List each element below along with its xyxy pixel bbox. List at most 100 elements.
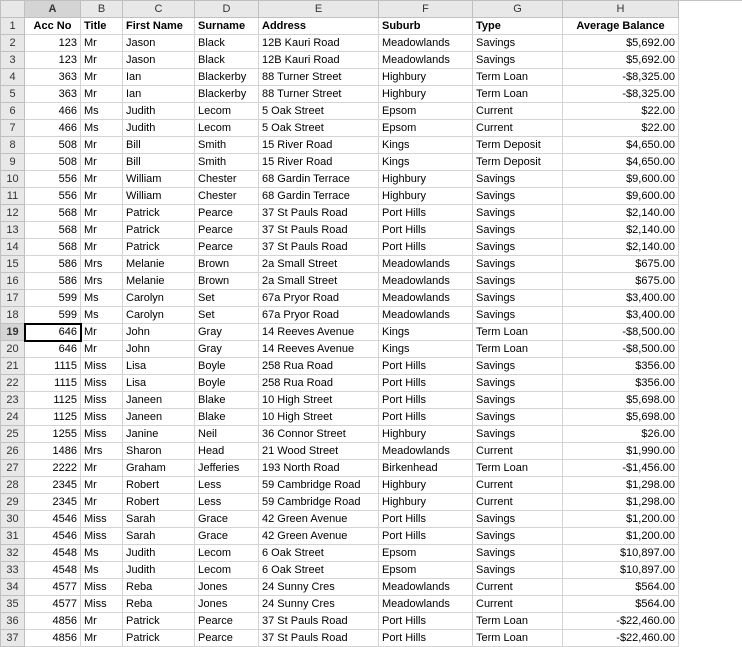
cell-F14[interactable]: Port Hills	[379, 239, 473, 256]
cell-E31[interactable]: 42 Green Avenue	[259, 528, 379, 545]
cell-B12[interactable]: Mr	[81, 205, 123, 222]
cell-C28[interactable]: Robert	[123, 477, 195, 494]
cell-A2[interactable]: 123	[25, 35, 81, 52]
header-cell-B[interactable]: Title	[81, 18, 123, 35]
cell-E7[interactable]: 5 Oak Street	[259, 120, 379, 137]
cell-E6[interactable]: 5 Oak Street	[259, 103, 379, 120]
select-all-corner[interactable]	[1, 1, 25, 18]
cell-D8[interactable]: Smith	[195, 137, 259, 154]
cell-B16[interactable]: Mrs	[81, 273, 123, 290]
cell-G31[interactable]: Savings	[473, 528, 563, 545]
cell-D14[interactable]: Pearce	[195, 239, 259, 256]
cell-G2[interactable]: Savings	[473, 35, 563, 52]
cell-H18[interactable]: $3,400.00	[563, 307, 679, 324]
cell-C27[interactable]: Graham	[123, 460, 195, 477]
cell-D21[interactable]: Boyle	[195, 358, 259, 375]
cell-G7[interactable]: Current	[473, 120, 563, 137]
cell-E23[interactable]: 10 High Street	[259, 392, 379, 409]
cell-C32[interactable]: Judith	[123, 545, 195, 562]
cell-D29[interactable]: Less	[195, 494, 259, 511]
cell-B11[interactable]: Mr	[81, 188, 123, 205]
cell-C18[interactable]: Carolyn	[123, 307, 195, 324]
row-header-33[interactable]: 33	[1, 562, 25, 579]
column-header-A[interactable]: A	[25, 1, 81, 18]
row-header-23[interactable]: 23	[1, 392, 25, 409]
header-cell-H[interactable]: Average Balance	[563, 18, 679, 35]
row-header-22[interactable]: 22	[1, 375, 25, 392]
cell-C21[interactable]: Lisa	[123, 358, 195, 375]
cell-G16[interactable]: Savings	[473, 273, 563, 290]
header-cell-A[interactable]: Acc No	[25, 18, 81, 35]
cell-B18[interactable]: Ms	[81, 307, 123, 324]
cell-E28[interactable]: 59 Cambridge Road	[259, 477, 379, 494]
cell-D30[interactable]: Grace	[195, 511, 259, 528]
cell-G8[interactable]: Term Deposit	[473, 137, 563, 154]
cell-H30[interactable]: $1,200.00	[563, 511, 679, 528]
cell-H19[interactable]: -$8,500.00	[563, 324, 679, 341]
cell-B15[interactable]: Mrs	[81, 256, 123, 273]
cell-A25[interactable]: 1255	[25, 426, 81, 443]
cell-E3[interactable]: 12B Kauri Road	[259, 52, 379, 69]
cell-G26[interactable]: Current	[473, 443, 563, 460]
cell-F12[interactable]: Port Hills	[379, 205, 473, 222]
cell-G14[interactable]: Savings	[473, 239, 563, 256]
cell-F23[interactable]: Port Hills	[379, 392, 473, 409]
cell-D33[interactable]: Lecom	[195, 562, 259, 579]
cell-F26[interactable]: Meadowlands	[379, 443, 473, 460]
cell-B8[interactable]: Mr	[81, 137, 123, 154]
cell-A27[interactable]: 2222	[25, 460, 81, 477]
cell-F6[interactable]: Epsom	[379, 103, 473, 120]
cell-B14[interactable]: Mr	[81, 239, 123, 256]
cell-F37[interactable]: Port Hills	[379, 630, 473, 647]
cell-B2[interactable]: Mr	[81, 35, 123, 52]
cell-A21[interactable]: 1115	[25, 358, 81, 375]
cell-D28[interactable]: Less	[195, 477, 259, 494]
cell-A6[interactable]: 466	[25, 103, 81, 120]
cell-C5[interactable]: Ian	[123, 86, 195, 103]
cell-A34[interactable]: 4577	[25, 579, 81, 596]
cell-B24[interactable]: Miss	[81, 409, 123, 426]
cell-F29[interactable]: Highbury	[379, 494, 473, 511]
cell-D35[interactable]: Jones	[195, 596, 259, 613]
cell-H15[interactable]: $675.00	[563, 256, 679, 273]
cell-F22[interactable]: Port Hills	[379, 375, 473, 392]
cell-H6[interactable]: $22.00	[563, 103, 679, 120]
cell-A33[interactable]: 4548	[25, 562, 81, 579]
cell-G11[interactable]: Savings	[473, 188, 563, 205]
cell-F10[interactable]: Highbury	[379, 171, 473, 188]
cell-G28[interactable]: Current	[473, 477, 563, 494]
cell-F35[interactable]: Meadowlands	[379, 596, 473, 613]
cell-H24[interactable]: $5,698.00	[563, 409, 679, 426]
cell-D10[interactable]: Chester	[195, 171, 259, 188]
cell-G13[interactable]: Savings	[473, 222, 563, 239]
cell-E33[interactable]: 6 Oak Street	[259, 562, 379, 579]
cell-F32[interactable]: Epsom	[379, 545, 473, 562]
cell-C12[interactable]: Patrick	[123, 205, 195, 222]
cell-B35[interactable]: Miss	[81, 596, 123, 613]
cell-A8[interactable]: 508	[25, 137, 81, 154]
header-cell-F[interactable]: Suburb	[379, 18, 473, 35]
cell-G29[interactable]: Current	[473, 494, 563, 511]
cell-C36[interactable]: Patrick	[123, 613, 195, 630]
row-header-11[interactable]: 11	[1, 188, 25, 205]
cell-G17[interactable]: Savings	[473, 290, 563, 307]
column-header-H[interactable]: H	[563, 1, 679, 18]
cell-H27[interactable]: -$1,456.00	[563, 460, 679, 477]
cell-C20[interactable]: John	[123, 341, 195, 358]
cell-D6[interactable]: Lecom	[195, 103, 259, 120]
cell-A37[interactable]: 4856	[25, 630, 81, 647]
cell-B6[interactable]: Ms	[81, 103, 123, 120]
cell-C37[interactable]: Patrick	[123, 630, 195, 647]
cell-G6[interactable]: Current	[473, 103, 563, 120]
cell-D2[interactable]: Black	[195, 35, 259, 52]
cell-A23[interactable]: 1125	[25, 392, 81, 409]
cell-F21[interactable]: Port Hills	[379, 358, 473, 375]
cell-F36[interactable]: Port Hills	[379, 613, 473, 630]
cell-D4[interactable]: Blackerby	[195, 69, 259, 86]
cell-A35[interactable]: 4577	[25, 596, 81, 613]
cell-G3[interactable]: Savings	[473, 52, 563, 69]
column-header-C[interactable]: C	[123, 1, 195, 18]
cell-E17[interactable]: 67a Pryor Road	[259, 290, 379, 307]
row-header-24[interactable]: 24	[1, 409, 25, 426]
cell-A36[interactable]: 4856	[25, 613, 81, 630]
